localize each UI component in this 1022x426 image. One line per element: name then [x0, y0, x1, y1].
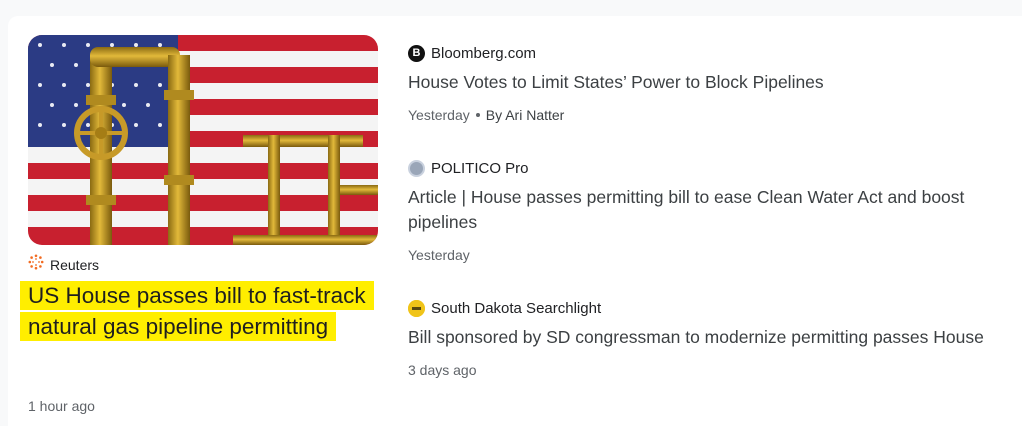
related-timestamp: Yesterday [408, 107, 470, 123]
sd-searchlight-icon [408, 299, 425, 317]
bloomberg-icon: B [408, 44, 425, 62]
related-story-2: POLITICO Pro Article | House passes perm… [408, 159, 1008, 263]
featured-source-name: Reuters [50, 256, 100, 273]
related-headline-link[interactable]: House Votes to Limit States’ Power to Bl… [408, 70, 1008, 95]
related-byline: By Ari Natter [485, 107, 565, 123]
related-source-name: Bloomberg.com [431, 44, 537, 62]
related-source-name: POLITICO Pro [431, 159, 529, 177]
politico-icon [408, 159, 425, 177]
reuters-icon [28, 254, 44, 275]
featured-headline-link[interactable]: US House passes bill to fast-track natur… [20, 281, 374, 341]
related-story-1: B Bloomberg.com House Votes to Limit Sta… [408, 44, 1008, 123]
related-source-name: South Dakota Searchlight [431, 299, 602, 317]
related-timestamp: Yesterday [408, 247, 470, 263]
related-headline-link[interactable]: Article | House passes permitting bill t… [408, 185, 998, 235]
related-headline-link[interactable]: Bill sponsored by SD congressman to mode… [408, 325, 1008, 350]
featured-story-image[interactable] [28, 35, 378, 245]
featured-source: Reuters [28, 254, 99, 275]
featured-timestamp: 1 hour ago [28, 398, 95, 414]
separator-dot [475, 113, 480, 117]
related-story-3: South Dakota Searchlight Bill sponsored … [408, 299, 1008, 378]
related-timestamp: 3 days ago [408, 362, 477, 378]
flag-pipeline-image [28, 35, 378, 245]
